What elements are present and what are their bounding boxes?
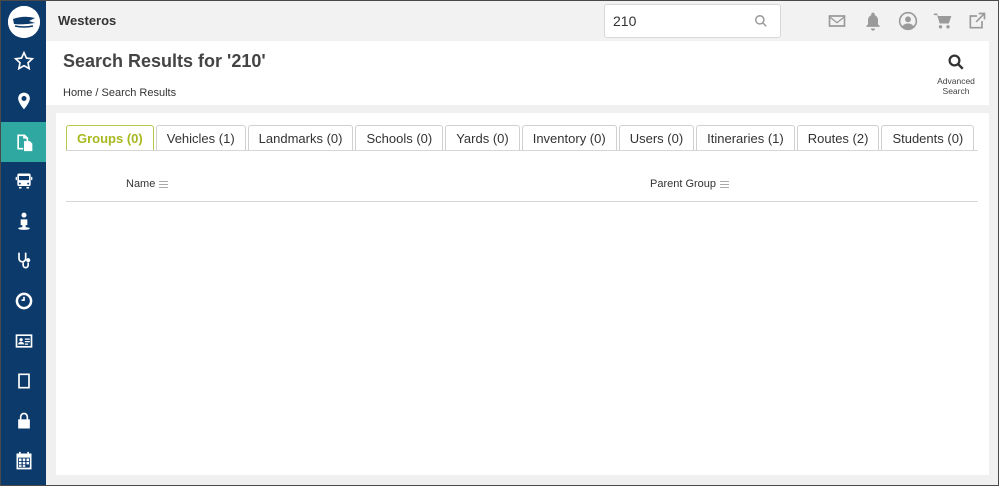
mail-icon: [828, 15, 846, 27]
tablet-icon: [17, 373, 30, 389]
tab-schools[interactable]: Schools (0): [355, 125, 444, 150]
sidebar-item-calendar[interactable]: [1, 442, 46, 480]
column-header-label: Name: [126, 178, 156, 190]
tab-itineraries[interactable]: Itineraries (1): [696, 125, 795, 150]
user-circle-icon: [898, 11, 918, 31]
search-icon: [948, 54, 964, 70]
clock-icon: [15, 292, 32, 310]
page-header: Search Results for '210' Home / Search R…: [46, 41, 989, 105]
sidebar-item-bus[interactable]: [1, 162, 46, 200]
logo[interactable]: [8, 6, 40, 38]
external-link-icon: [969, 12, 986, 29]
search-box[interactable]: [604, 4, 781, 38]
notifications-button[interactable]: [863, 11, 883, 31]
tab-groups[interactable]: Groups (0): [66, 125, 154, 150]
person-icon: [17, 212, 30, 230]
messages-button[interactable]: [827, 11, 847, 31]
lock-icon: [17, 412, 30, 429]
documents-icon: [16, 134, 32, 152]
search-results-panel: Groups (0) Vehicles (1) Landmarks (0) Sc…: [56, 113, 989, 475]
stethoscope-icon: [17, 252, 30, 269]
column-header-parent-group[interactable]: Parent Group: [650, 178, 730, 190]
grid-header-divider: [66, 201, 978, 202]
sidebar: [1, 1, 46, 485]
calendar-icon: [16, 451, 31, 470]
sidebar-item-id-card[interactable]: [1, 322, 46, 360]
column-header-name[interactable]: Name: [126, 178, 169, 190]
app-title: Westeros: [58, 13, 117, 28]
sidebar-item-lock[interactable]: [1, 402, 46, 440]
advanced-search-button[interactable]: Advanced Search: [926, 53, 986, 96]
top-bar: Westeros: [46, 1, 998, 41]
sidebar-item-history[interactable]: [1, 282, 46, 320]
tab-routes[interactable]: Routes (2): [796, 125, 880, 150]
column-menu-icon[interactable]: [720, 180, 730, 188]
logo-icon: [8, 6, 40, 38]
sidebar-item-map[interactable]: [1, 82, 46, 120]
cart-icon: [933, 13, 952, 29]
sidebar-item-tablet[interactable]: [1, 362, 46, 400]
advanced-search-label-line1: Advanced: [937, 76, 975, 86]
search-input[interactable]: [613, 12, 743, 30]
advanced-search-label-line2: Search: [942, 86, 970, 96]
id-card-icon: [15, 334, 32, 348]
tab-vehicles[interactable]: Vehicles (1): [155, 125, 246, 150]
page-title: Search Results for '210': [63, 51, 266, 71]
cart-button[interactable]: [933, 11, 953, 31]
tab-landmarks[interactable]: Landmarks (0): [247, 125, 354, 150]
map-pin-icon: [17, 92, 30, 110]
tabs-divider: [66, 150, 978, 151]
tab-students[interactable]: Students (0): [881, 125, 975, 150]
sidebar-item-documents[interactable]: [1, 122, 46, 162]
bell-icon: [866, 12, 880, 31]
column-header-label: Parent Group: [650, 178, 717, 190]
tab-yards[interactable]: Yards (0): [445, 125, 520, 150]
sidebar-item-favorites[interactable]: [1, 42, 46, 80]
sidebar-item-health[interactable]: [1, 242, 46, 280]
breadcrumb[interactable]: Home / Search Results: [63, 87, 176, 99]
bus-icon: [15, 173, 32, 189]
star-icon: [13, 51, 34, 71]
tab-users[interactable]: Users (0): [618, 125, 695, 150]
search-icon[interactable]: [754, 14, 768, 28]
results-tabs: Groups (0) Vehicles (1) Landmarks (0) Sc…: [66, 125, 976, 151]
tab-inventory[interactable]: Inventory (0): [521, 125, 617, 150]
profile-button[interactable]: [898, 11, 918, 31]
column-menu-icon[interactable]: [159, 180, 169, 188]
sidebar-item-person[interactable]: [1, 202, 46, 240]
external-link-button[interactable]: [967, 11, 987, 31]
